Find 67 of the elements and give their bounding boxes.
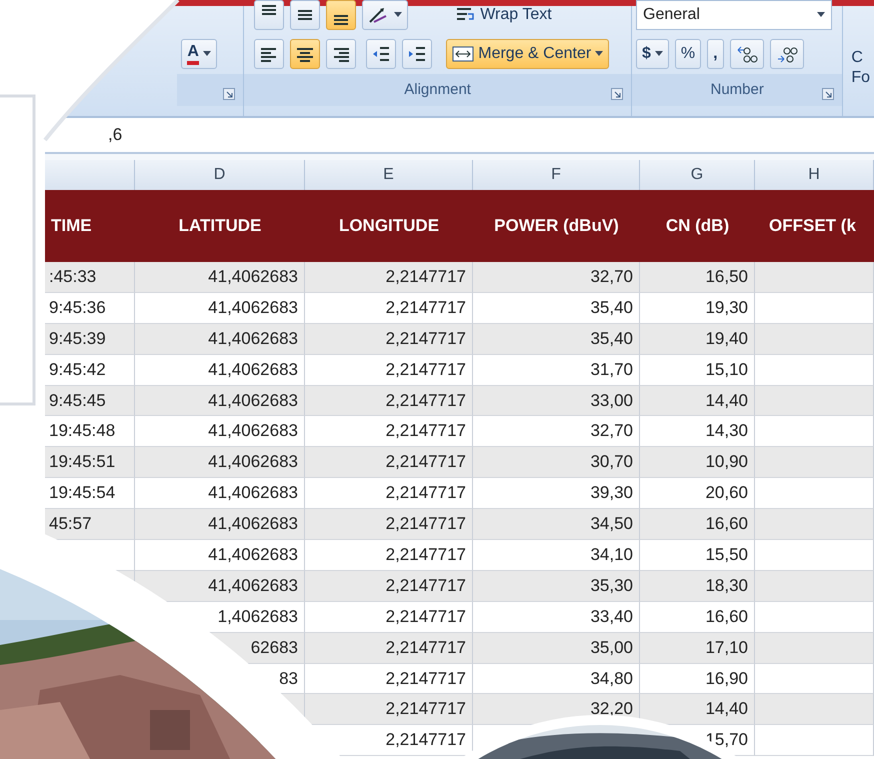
align-bottom-icon bbox=[332, 15, 350, 25]
caret-icon bbox=[595, 51, 604, 57]
align-left-icon bbox=[260, 46, 278, 62]
column-header: CN (dB) bbox=[666, 215, 730, 238]
table-cell: 2,2147717 bbox=[305, 262, 473, 293]
table-cell: 35,00 bbox=[473, 632, 640, 664]
column-header: LATITUDE bbox=[178, 215, 262, 238]
ribbon-button[interactable]: C Fo bbox=[851, 48, 870, 88]
comma-button[interactable]: , bbox=[707, 39, 724, 69]
align-right-button[interactable] bbox=[326, 39, 356, 69]
decrease-indent-button[interactable] bbox=[366, 39, 396, 69]
table-cell: 2,2147717 bbox=[305, 386, 473, 416]
caret-icon bbox=[817, 12, 825, 18]
table-cell: 30,70 bbox=[473, 447, 640, 478]
formula-text: ,6 bbox=[108, 124, 122, 146]
group-label: Number bbox=[710, 80, 764, 100]
column-header: TIME bbox=[51, 215, 92, 238]
align-bottom-button[interactable] bbox=[326, 0, 356, 30]
align-center-button[interactable] bbox=[290, 39, 320, 69]
align-right-icon bbox=[332, 46, 350, 62]
table-cell: 16,60 bbox=[640, 509, 755, 540]
number-format-dropdown[interactable]: General bbox=[636, 0, 832, 30]
orientation-button[interactable] bbox=[362, 0, 408, 30]
dialog-launcher-icon[interactable] bbox=[611, 88, 623, 100]
table-cell: 35,40 bbox=[473, 324, 640, 355]
group-label: Alignment bbox=[404, 80, 471, 100]
dialog-launcher-icon[interactable] bbox=[822, 88, 834, 100]
increase-indent-button[interactable] bbox=[402, 39, 432, 69]
column-header: POWER (dBuV) bbox=[494, 215, 619, 238]
decimal-icon bbox=[776, 45, 798, 63]
table-cell: 18,30 bbox=[640, 570, 755, 602]
table-cell: 34,50 bbox=[473, 509, 640, 540]
merge-center-button[interactable]: Merge & Center bbox=[446, 39, 610, 69]
column-header: LONGITUDE bbox=[338, 215, 440, 238]
decrease-decimal-button[interactable] bbox=[770, 39, 804, 69]
caret-icon bbox=[394, 12, 402, 18]
align-left-button[interactable] bbox=[254, 39, 284, 69]
table-cell: 35,30 bbox=[473, 570, 640, 602]
table-cell: 19,40 bbox=[640, 324, 755, 355]
align-middle-button[interactable] bbox=[290, 0, 320, 30]
table-cell: 10,90 bbox=[640, 447, 755, 478]
increase-decimal-button[interactable] bbox=[730, 39, 764, 69]
table-cell: 41,4062683 bbox=[135, 386, 305, 416]
align-top-icon bbox=[260, 5, 278, 15]
merge-cells-icon bbox=[452, 45, 474, 63]
table-cell: 41,4062683 bbox=[135, 324, 305, 355]
align-center-icon bbox=[296, 46, 314, 62]
align-top-button[interactable] bbox=[254, 0, 284, 30]
font-color-button[interactable]: A bbox=[181, 39, 217, 69]
table-cell: 32,70 bbox=[473, 262, 640, 293]
currency-button[interactable]: $ bbox=[636, 39, 669, 69]
table-cell: 41,4062683 bbox=[135, 262, 305, 293]
indent-icon bbox=[372, 45, 390, 63]
table-cell: 33,00 bbox=[473, 386, 640, 416]
percent-button[interactable]: % bbox=[674, 39, 702, 69]
wrap-text-button[interactable]: Wrap Text bbox=[450, 0, 558, 30]
caret-icon bbox=[202, 51, 211, 57]
column-header: OFFSET (k bbox=[769, 215, 856, 238]
table-cell: 17,10 bbox=[640, 632, 755, 664]
table-cell: 14,40 bbox=[640, 386, 755, 416]
table-cell: 2,2147717 bbox=[305, 324, 473, 355]
caret-icon bbox=[654, 51, 663, 57]
align-middle-icon bbox=[296, 10, 314, 20]
indent-icon bbox=[408, 45, 426, 63]
table-cell: 16,50 bbox=[640, 262, 755, 293]
decimal-icon bbox=[736, 45, 758, 63]
dialog-launcher-icon[interactable] bbox=[223, 88, 236, 100]
